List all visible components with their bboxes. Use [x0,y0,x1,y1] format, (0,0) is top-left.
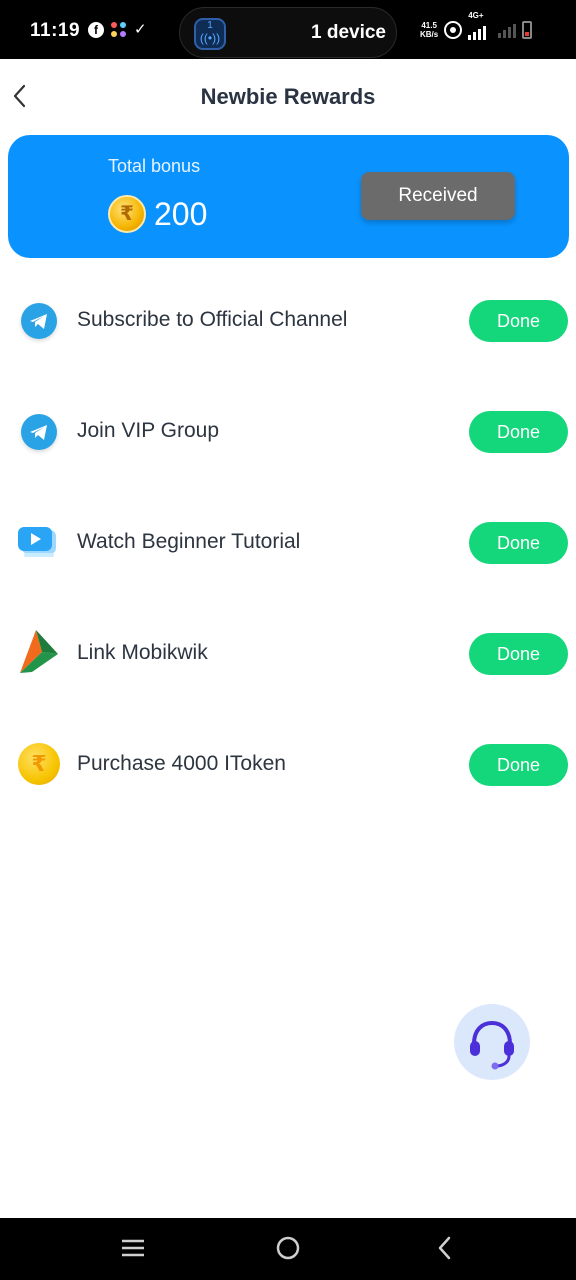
task-label: Join VIP Group [77,419,220,442]
nav-back-button[interactable] [432,1233,458,1268]
task-label: Purchase 4000 IToken [77,752,286,775]
signal-icon [498,22,517,38]
page-title: Newbie Rewards [200,84,376,109]
task-row: ₹ Purchase 4000 IToken Done [0,725,576,805]
hotspot-icon [444,21,463,39]
received-button[interactable]: Received [361,172,515,220]
status-bar: 11:19 f ✓ 1 ((•)) 1 device 41.5 KB/s 4G+ [0,0,576,59]
task-label: Subscribe to Official Channel [77,308,348,331]
app-header: Newbie Rewards [0,59,576,135]
done-button[interactable]: Done [469,744,568,786]
home-circle-icon [276,1236,300,1260]
status-right: 41.5 KB/s 4G+ [420,11,533,40]
system-nav-bar [0,1218,576,1280]
bonus-label: Total bonus [108,156,201,176]
task-label: Link Mobikwik [77,641,208,664]
home-button[interactable] [275,1233,301,1268]
facebook-icon: f [88,22,104,38]
broadcast-icon: 1 ((•)) [194,18,226,50]
status-time: 11:19 [30,20,81,41]
menu-icon [122,1239,144,1257]
task-label: Watch Beginner Tutorial [77,530,301,553]
done-button[interactable]: Done [469,411,568,453]
bonus-amount: 200 [154,196,208,232]
back-triangle-icon [438,1236,451,1260]
checkmark-icon: ✓ [134,21,147,38]
telegram-icon [18,299,60,341]
task-row: Watch Beginner Tutorial Done [0,503,576,583]
mobikwik-icon [18,630,60,674]
island-text: 1 device [311,22,386,43]
video-icon [18,521,60,563]
rupee-coin-icon: ₹ [18,743,60,785]
done-button[interactable]: Done [469,522,568,564]
notification-icons: f ✓ [88,22,150,38]
total-bonus-card: Total bonus ₹ 200 Received [8,135,569,258]
customer-support-button[interactable] [454,1004,530,1080]
done-button[interactable]: Done [469,633,568,675]
task-row: Join VIP Group Done [0,392,576,472]
telegram-icon [18,410,60,452]
network-speed: 41.5 KB/s [420,21,439,39]
battery-icon [522,21,533,39]
task-row: Subscribe to Official Channel Done [0,281,576,361]
done-button[interactable]: Done [469,300,568,342]
headset-icon [470,1020,514,1070]
menu-button[interactable] [120,1233,146,1268]
task-row: Link Mobikwik Done [0,614,576,694]
dynamic-island[interactable]: 1 ((•)) 1 device [179,7,397,58]
signal-4g-icon: 4G+ [468,11,487,40]
rupee-coin-icon: ₹ [108,195,146,233]
app-dots-icon [111,22,127,38]
